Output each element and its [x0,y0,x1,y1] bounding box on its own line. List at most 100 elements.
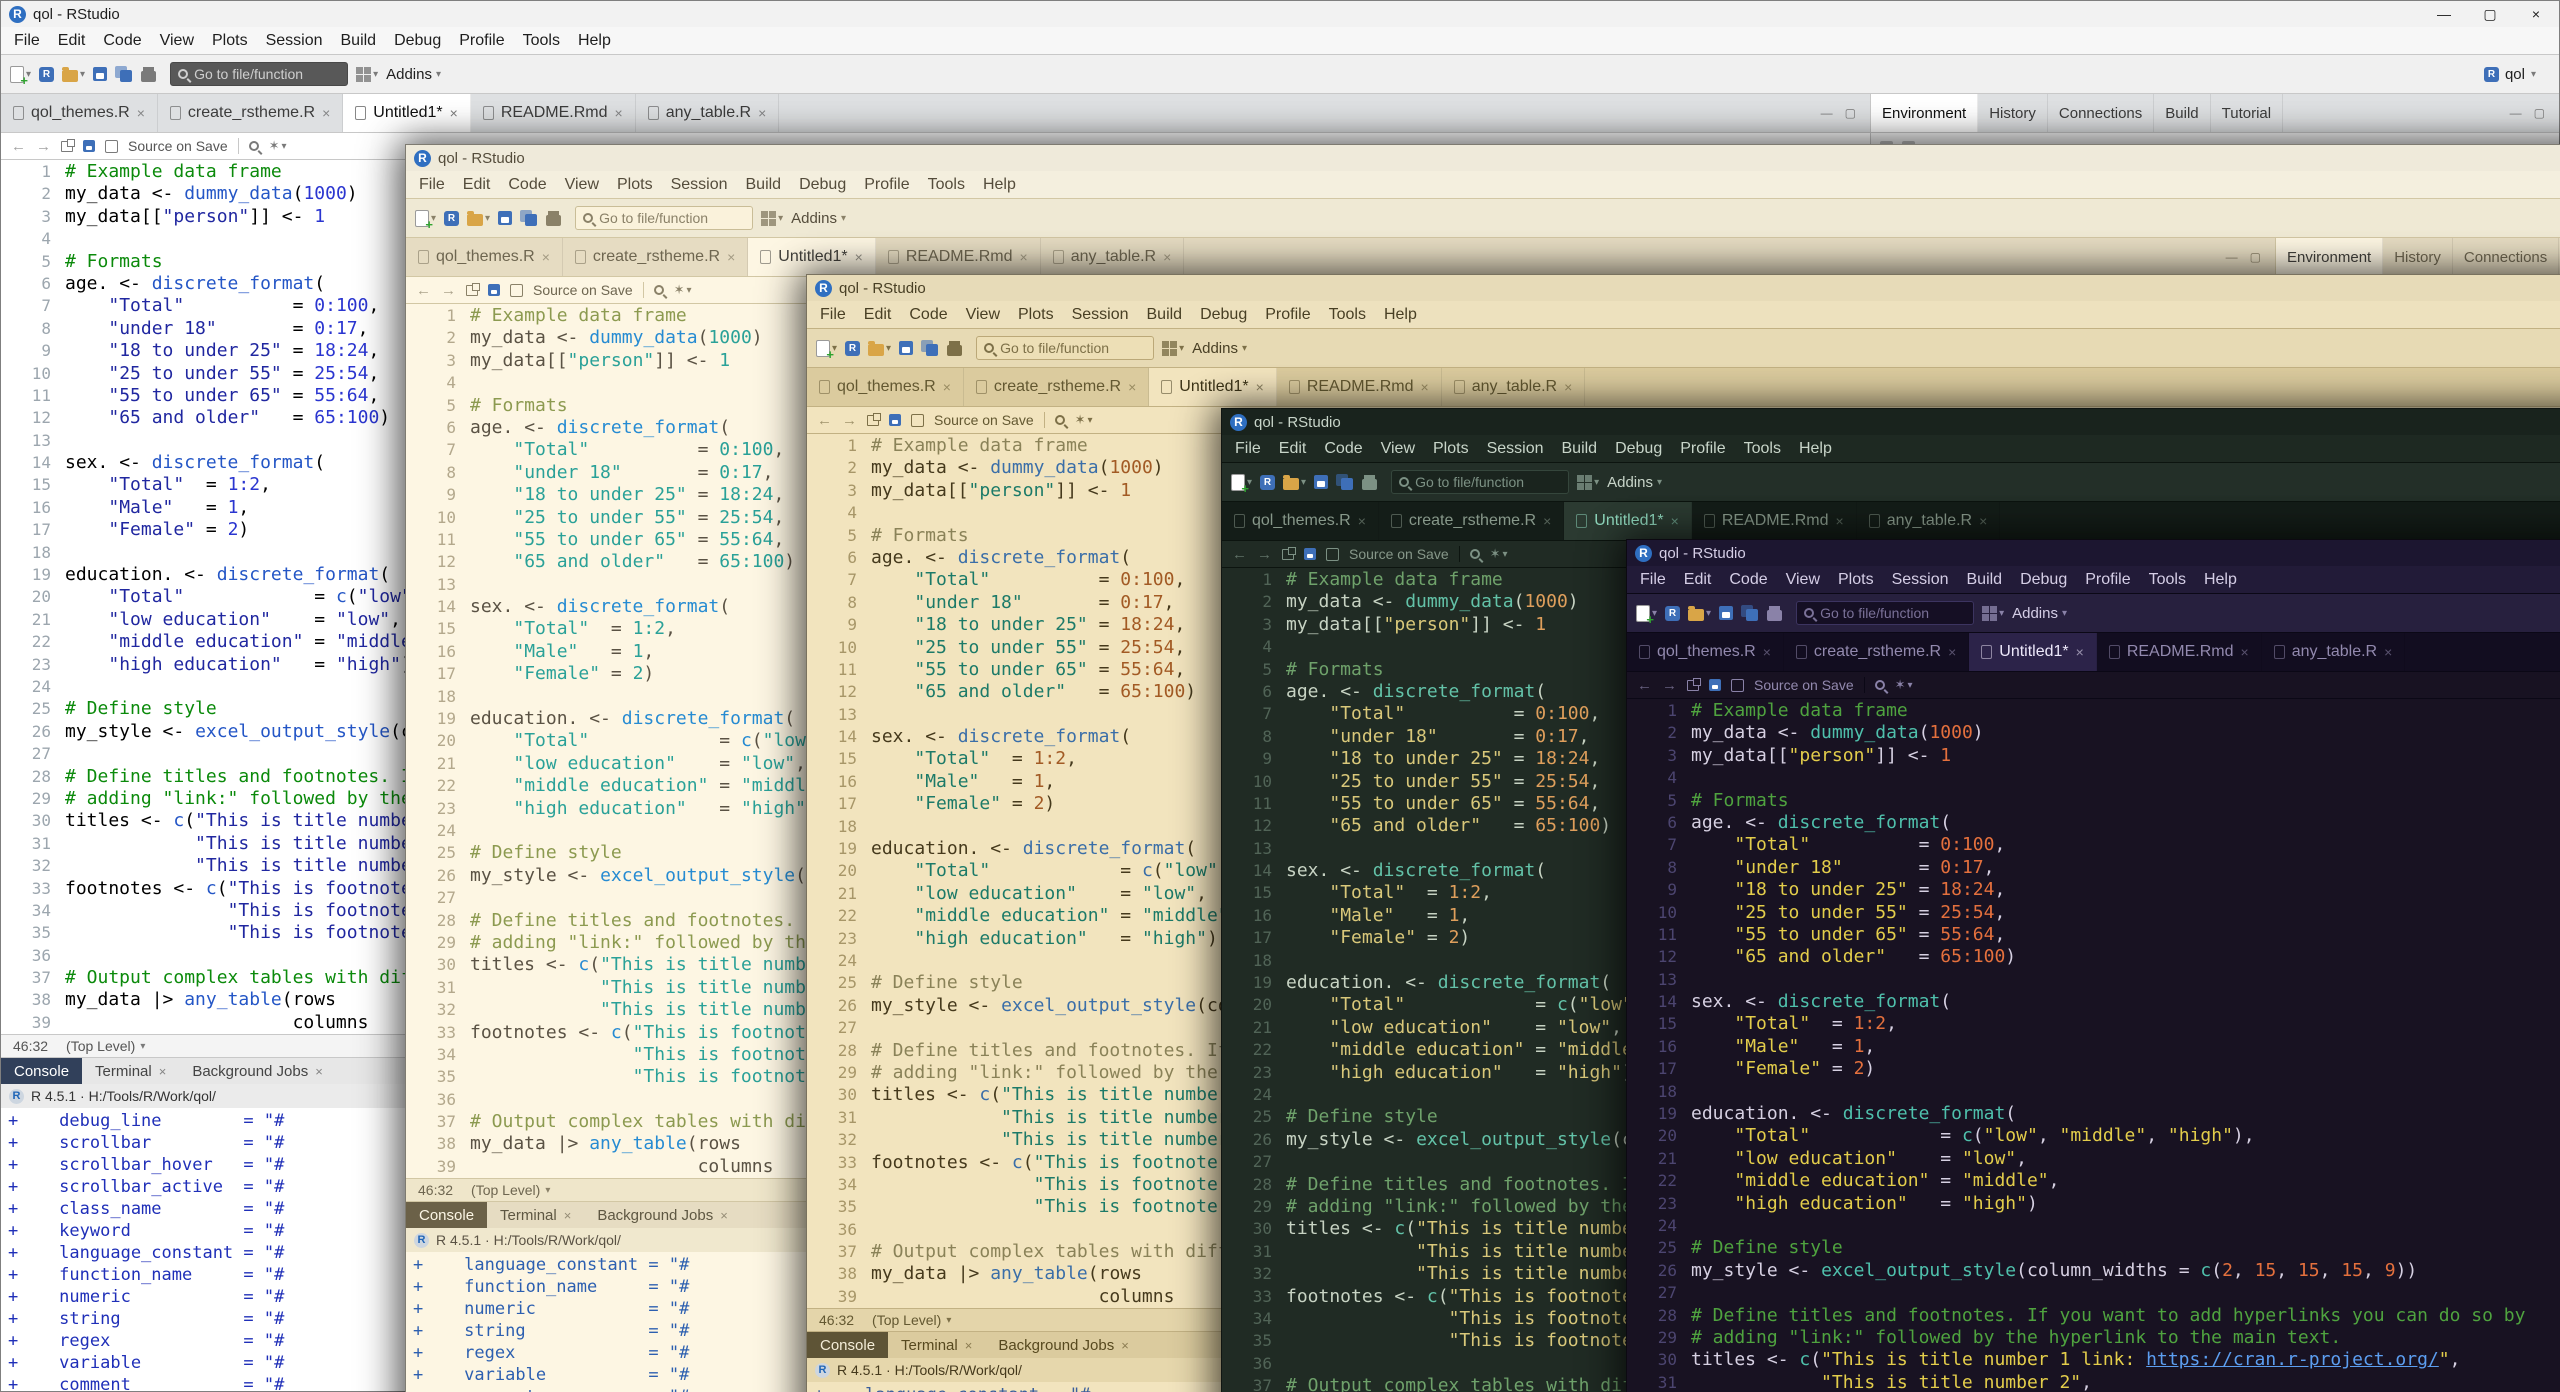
tab-close-icon[interactable]: × [1121,1338,1129,1353]
menu-code[interactable]: Code [1315,435,1371,462]
forward-icon[interactable]: → [1257,546,1272,563]
editor-tab[interactable]: qol_themes.R× [406,238,563,276]
tab-close-icon[interactable]: × [2076,644,2084,660]
menu-tools[interactable]: Tools [514,27,569,54]
save-button[interactable] [1314,475,1328,489]
source-on-save-checkbox[interactable] [1731,679,1744,692]
menu-tools[interactable]: Tools [1735,435,1790,462]
pane-maximize-icon[interactable]: ▢ [2534,106,2545,120]
print-button[interactable] [1362,475,1377,490]
open-file-button[interactable]: ▾ [62,67,85,82]
new-project-button[interactable]: R [444,211,459,226]
console-tab-console[interactable]: Console [1,1058,82,1084]
menu-tools[interactable]: Tools [1320,301,1375,328]
menu-edit[interactable]: Edit [1675,566,1721,593]
menu-code[interactable]: Code [499,171,555,198]
workspace-panes-button[interactable]: ▾ [356,67,378,82]
code-line[interactable]: 10 "25 to under 55" = 25:54, [1627,902,2560,924]
save-icon[interactable] [488,284,500,296]
env-tab-tutorial[interactable]: Tutorial [2211,94,2283,132]
tab-close-icon[interactable]: × [2384,644,2392,660]
code-editor[interactable]: 1# Example data frame2my_data <- dummy_d… [1627,699,2560,1392]
editor-tab[interactable]: any_table.R× [1857,502,2001,540]
console-tab-terminal[interactable]: Terminal× [487,1202,584,1228]
tab-close-icon[interactable]: × [1020,249,1028,265]
save-button[interactable] [899,341,913,355]
code-line[interactable]: 1# Example data frame [1627,700,2560,722]
tab-close-icon[interactable]: × [1358,513,1366,529]
code-tools-icon[interactable]: ✶▾ [1895,677,1913,693]
forward-icon[interactable]: → [36,138,51,155]
menu-edit[interactable]: Edit [855,301,901,328]
forward-icon[interactable]: → [1662,677,1677,694]
editor-tab[interactable]: README.Rmd× [876,238,1041,276]
workspace-panes-button[interactable]: ▾ [1982,606,2004,621]
editor-tab[interactable]: qol_themes.R× [1627,633,1784,671]
source-on-save-checkbox[interactable] [911,414,924,427]
menu-plots[interactable]: Plots [1424,435,1478,462]
menu-profile[interactable]: Profile [855,171,918,198]
code-line[interactable]: 18 [1627,1081,2560,1103]
open-new-window-icon[interactable] [466,285,478,296]
code-line[interactable]: 4 [1627,767,2560,789]
code-line[interactable]: 23 "high education" = "high") [1627,1193,2560,1215]
menu-debug[interactable]: Debug [790,171,855,198]
menu-help[interactable]: Help [974,171,1025,198]
new-project-button[interactable]: R [845,341,860,356]
print-button[interactable] [1767,606,1782,621]
editor-tab[interactable]: create_rstheme.R× [964,368,1149,406]
editor-tab[interactable]: any_table.R× [636,94,780,132]
menu-debug[interactable]: Debug [2011,566,2076,593]
env-tab-history[interactable]: History [1978,94,2048,132]
tab-close-icon[interactable]: × [1163,249,1171,265]
editor-tab[interactable]: any_table.R× [2262,633,2406,671]
tab-close-icon[interactable]: × [322,105,330,121]
tab-close-icon[interactable]: × [615,105,623,121]
menu-session[interactable]: Session [662,171,737,198]
editor-tab[interactable]: README.Rmd× [2097,633,2262,671]
open-new-window-icon[interactable] [61,141,73,152]
pane-minimize-icon[interactable]: — [2226,250,2238,264]
menu-help[interactable]: Help [1790,435,1841,462]
menu-plots[interactable]: Plots [1009,301,1063,328]
close-button[interactable]: × [2513,1,2559,27]
back-icon[interactable]: ← [1637,677,1652,694]
menu-debug[interactable]: Debug [1606,435,1671,462]
code-tools-icon[interactable]: ✶▾ [1075,412,1093,428]
env-tab-connections[interactable]: Connections [2453,238,2559,276]
pane-maximize-icon[interactable]: ▢ [2250,250,2261,264]
editor-tab[interactable]: qol_themes.R× [807,368,964,406]
menu-session[interactable]: Session [257,27,332,54]
code-line[interactable]: 8 "under 18" = 0:17, [1627,857,2560,879]
menu-view[interactable]: View [957,301,1009,328]
scope-selector[interactable]: (Top Level)▾ [471,1182,550,1198]
tab-close-icon[interactable]: × [965,1338,973,1353]
tab-close-icon[interactable]: × [450,105,458,121]
console-tab-console[interactable]: Console [406,1202,487,1228]
env-tab-connections[interactable]: Connections [2048,94,2154,132]
new-file-button[interactable]: ▾ [1636,605,1657,622]
menu-plots[interactable]: Plots [203,27,257,54]
console-tab-terminal[interactable]: Terminal× [82,1058,179,1084]
editor-tab[interactable]: Untitled1*× [748,238,876,276]
save-all-button[interactable] [115,66,133,83]
code-line[interactable]: 22 "middle education" = "middle", [1627,1170,2560,1192]
env-tab-build[interactable]: Build [2154,94,2210,132]
env-tab-history[interactable]: History [2383,238,2453,276]
code-line[interactable]: 31 "This is title number 2", [1627,1372,2560,1392]
code-line[interactable]: 16 "Male" = 1, [1627,1036,2560,1058]
open-file-button[interactable]: ▾ [868,341,891,356]
open-file-button[interactable]: ▾ [1283,475,1306,490]
tab-close-icon[interactable]: × [727,249,735,265]
print-button[interactable] [141,67,156,82]
menu-build[interactable]: Build [737,171,791,198]
code-line[interactable]: 29# adding "link:" followed by the hyper… [1627,1327,2560,1349]
back-icon[interactable]: ← [817,412,832,429]
workspace-panes-button[interactable]: ▾ [1162,341,1184,356]
tab-close-icon[interactable]: × [1671,513,1679,529]
source-on-save-checkbox[interactable] [510,284,523,297]
menu-file[interactable]: File [1631,566,1675,593]
code-line[interactable]: 11 "55 to under 65" = 55:64, [1627,924,2560,946]
menu-view[interactable]: View [556,171,608,198]
addins-menu[interactable]: Addins▾ [386,66,441,83]
